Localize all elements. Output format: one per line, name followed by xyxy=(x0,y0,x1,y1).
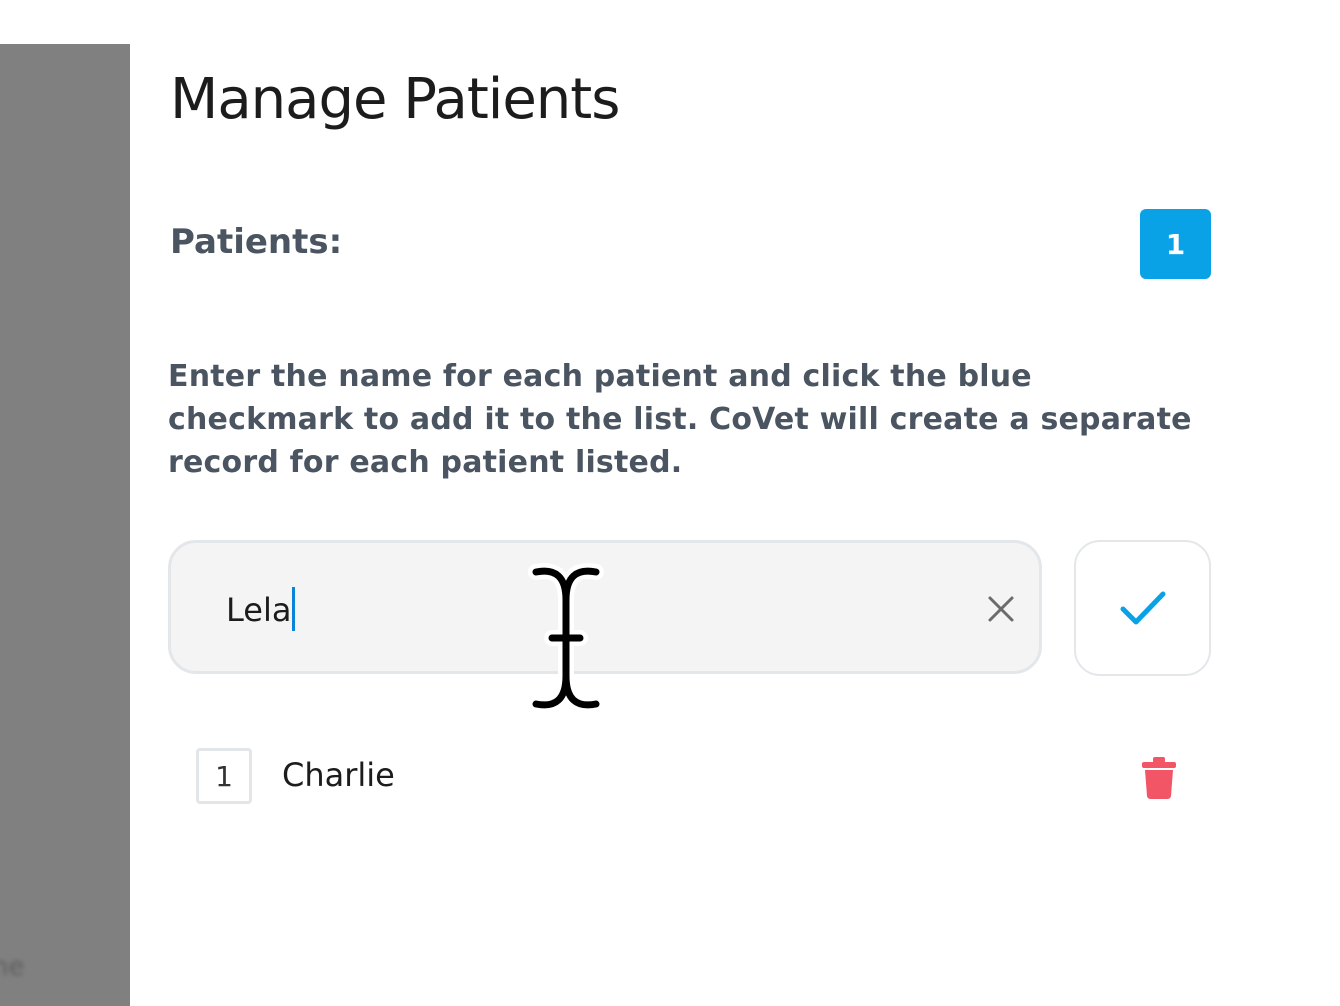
patient-name-value: Lela xyxy=(226,591,292,629)
checkmark-icon xyxy=(1120,591,1165,625)
text-cursor-icon xyxy=(528,563,604,713)
manage-patients-panel: Manage Patients Patients: 1 Enter the na… xyxy=(130,44,1340,1006)
close-icon[interactable] xyxy=(981,589,1021,629)
instructions-text: Enter the name for each patient and clic… xyxy=(168,359,1192,480)
text-caret xyxy=(292,587,296,631)
add-patient-button[interactable] xyxy=(1074,540,1211,676)
patient-name: Charlie xyxy=(282,756,395,794)
patient-list-item: 1 Charlie xyxy=(196,748,1186,804)
patient-count-badge: 1 xyxy=(1140,209,1211,279)
background-top-strip xyxy=(0,0,130,44)
page-title: Manage Patients xyxy=(170,67,620,132)
trash-icon[interactable] xyxy=(1140,756,1178,800)
background-overlay xyxy=(0,0,130,1006)
patients-label: Patients: xyxy=(170,222,343,262)
patient-number: 1 xyxy=(196,748,252,804)
background-partial-text: ne xyxy=(0,952,25,982)
